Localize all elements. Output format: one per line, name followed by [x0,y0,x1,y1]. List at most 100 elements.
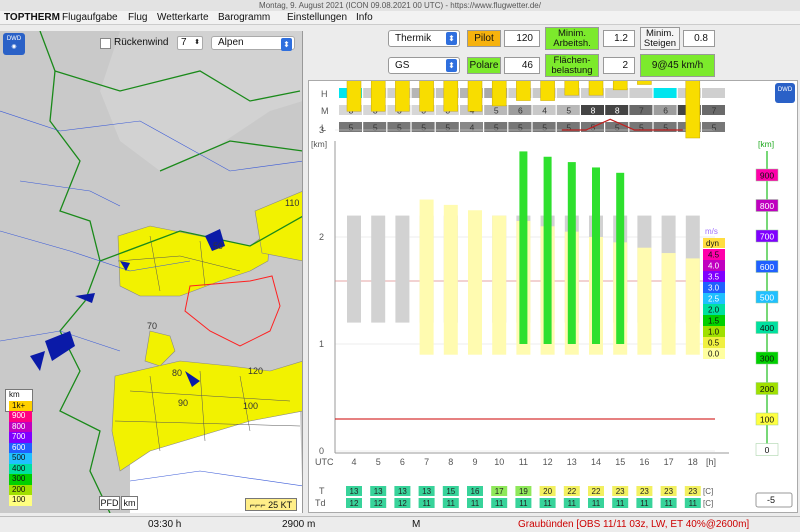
td-value: 11 [495,499,504,508]
cloud-cell [629,88,653,98]
pilot-input[interactable]: 120 [504,30,540,47]
t-unit: [C] [703,487,713,496]
thermal-column [637,0,652,85]
weak-thermal-band [637,247,652,355]
region-select[interactable]: Alpen [211,36,295,51]
y-tick-label: 0 [319,446,324,456]
mode-select[interactable]: Thermik [388,30,460,47]
thermal-column [419,0,434,112]
thermal-column [685,22,701,139]
cloud-cell-value: 5 [445,123,450,133]
pfd-button[interactable]: PFD [99,496,120,510]
cloud-cell-value: 5 [494,106,499,116]
t-label: T [319,486,325,496]
menu-barogramm[interactable]: Barogramm [218,12,270,23]
strong-climb-band [592,167,600,344]
polare-input[interactable]: 46 [504,57,540,74]
weak-thermal-band [661,253,676,355]
right-scale-label: 500 [760,293,774,303]
t-value: 23 [688,487,697,496]
y-tick-label: 3 [319,125,324,135]
thermal-column [516,0,531,101]
menu-bar: TOPTHERM Flugaufgabe Flug Wetterkarte Ba… [0,11,800,25]
menu-flug[interactable]: Flug [128,12,147,23]
right-scale-label: 100 [760,415,774,425]
polare-label: Polare [467,57,501,74]
td-value: 12 [350,499,359,508]
td-value: 11 [422,499,431,508]
right-scale-label: 900 [760,171,774,181]
cloud-cell-value: 5 [373,123,378,133]
menu-einstellungen[interactable]: Einstellungen [287,12,347,23]
cloud-cell-value: 6 [518,106,523,116]
weather-map[interactable]: 110 50 70 80 120 90 100 DWD ◉ Rückenwind … [0,31,303,513]
flaechenbelastung-input[interactable]: 2 [603,57,635,74]
cloud-cell-value: 5 [663,123,668,133]
y-tick-label: 2 [319,232,324,242]
rueckenwind-checkbox[interactable] [100,38,111,49]
menu-wetterkarte[interactable]: Wetterkarte [157,12,209,23]
x-tick-label: 16 [639,457,649,467]
min-steigen-label: Minim. Steigen [640,27,680,50]
menu-flugaufgabe[interactable]: Flugaufgabe [62,12,118,23]
contour-label: 90 [178,398,188,408]
contour-label: 80 [172,368,182,378]
right-scale-label: 200 [760,384,774,394]
strong-climb-band [616,172,625,344]
min-steigen-input[interactable]: 0.8 [683,30,715,47]
km-button[interactable]: km [121,496,138,510]
cloud-cell-value: 6 [663,106,668,116]
right-scale-label: 400 [760,323,774,333]
cloud-cell-value: 5 [349,123,354,133]
x-tick-label: 4 [351,457,356,467]
legend-item: 300 [9,474,32,485]
menu-info[interactable]: Info [356,12,373,23]
thermal-column [443,0,459,112]
legend-item: 200 [9,484,32,495]
cloud-base-band [395,215,410,323]
thermal-column [588,0,604,96]
thermal-column [370,0,386,112]
right-scale-label: 700 [760,232,774,242]
window-title: Montag, 9. August 2021 (ICON 09.08.2021 … [0,0,800,11]
t-value: 17 [495,487,504,496]
contour-label: 100 [243,401,258,411]
t-value: 16 [471,487,480,496]
strong-climb-band [567,162,576,344]
contour-label: 110 [285,198,299,208]
legend-item: 600 [9,442,32,453]
weak-thermal-band [419,199,434,355]
t-value: 22 [567,487,576,496]
rueckenwind-label: Rückenwind [114,37,169,48]
legend-item: 700 [9,432,32,443]
meteogram-panel: Thermik Pilot 120 Minim.Arbeitsh. 1.2 Mi… [306,0,800,513]
td-value: 11 [543,499,552,508]
t-value: 15 [446,487,455,496]
weak-thermal-band [492,215,507,355]
status-mode: M [412,519,421,530]
climb-legend-label: 1.0 [708,328,720,337]
meteogram-svg: DWDH65674M3333345645887687L5555545555555… [311,0,795,508]
weak-thermal-band [443,204,458,355]
cloud-cell-value: 5 [421,123,426,133]
contour-label: 70 [147,321,157,331]
status-message: Graubünden [OBS 11/11 03z, LW, ET 40%@26… [518,519,750,530]
legend-item: 500 [9,453,32,464]
t-value: 13 [374,487,383,496]
x-tick-label: 14 [591,457,601,467]
t-value: 19 [519,487,528,496]
menu-toptherm[interactable]: TOPTHERM [4,12,60,23]
thermal-column [540,0,555,101]
y-tick-label: 1 [319,339,324,349]
cloud-cell-value: 8 [591,106,596,116]
td-value: 12 [398,499,407,508]
glider-select[interactable]: GS [388,57,460,74]
right-scale-label: 0 [765,445,770,455]
wind-stepper[interactable]: 7 ⬍ [177,36,203,50]
min-arbeitshoehe-input[interactable]: 1.2 [603,30,635,47]
x-tick-label: 17 [664,457,674,467]
climb-legend-label: 0.0 [708,350,720,359]
meteogram[interactable]: DWDH65674M3333345645887687L5555545555555… [308,0,798,513]
td-value: 11 [568,499,577,508]
pilot-label: Pilot [467,30,501,47]
